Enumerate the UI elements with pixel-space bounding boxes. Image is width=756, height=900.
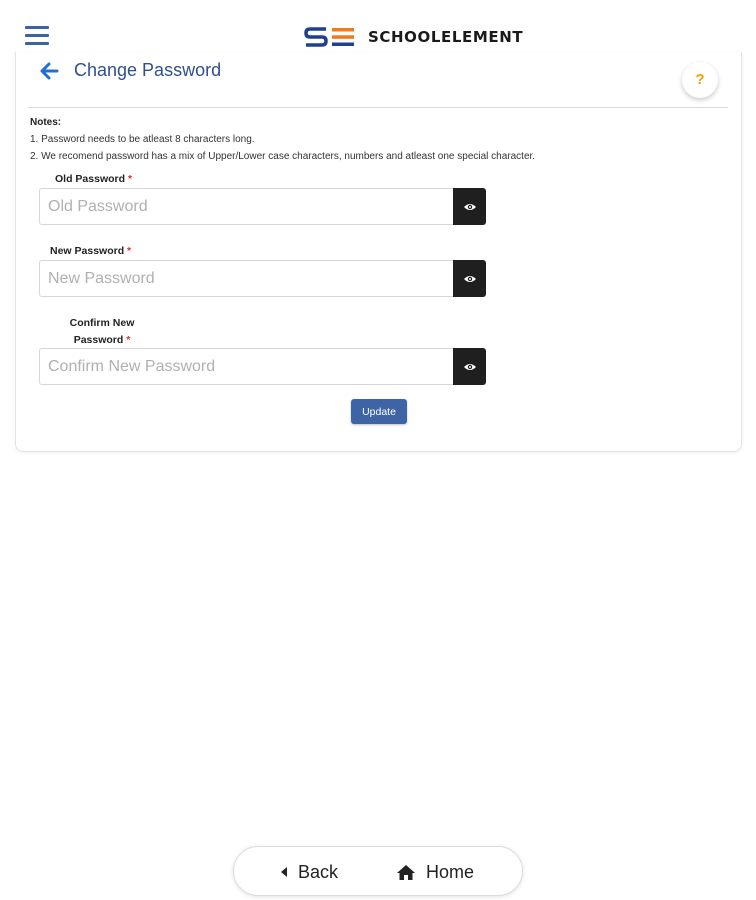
change-password-card: Change Password ? Notes: 1. Password nee… bbox=[15, 52, 742, 452]
notes-title: Notes: bbox=[30, 117, 62, 128]
confirm-password-label: Confirm New Password * bbox=[69, 317, 135, 346]
brand-name: SCHOOLELEMENT bbox=[368, 28, 524, 46]
required-mark: * bbox=[127, 173, 133, 185]
new-password-label: New Password * bbox=[50, 245, 132, 257]
page-title: Change Password bbox=[74, 60, 222, 80]
home-label: Home bbox=[426, 861, 475, 882]
required-mark: * bbox=[127, 245, 132, 257]
eye-icon bbox=[463, 203, 476, 210]
eye-icon bbox=[463, 363, 476, 370]
caret-left-icon bbox=[280, 866, 288, 878]
hamburger-menu-icon[interactable] bbox=[25, 26, 49, 46]
confirm-password-input[interactable] bbox=[39, 348, 453, 385]
show-old-password-button[interactable] bbox=[453, 188, 486, 225]
eye-icon bbox=[463, 275, 476, 282]
bottom-nav: Back Home bbox=[233, 846, 523, 896]
required-mark: * bbox=[126, 334, 131, 346]
note-item: 2. We recomend password has a mix of Upp… bbox=[30, 151, 536, 162]
update-button[interactable]: Update bbox=[351, 399, 407, 424]
confirm-password-group bbox=[39, 348, 486, 385]
old-password-input[interactable] bbox=[39, 188, 453, 225]
show-new-password-button[interactable] bbox=[453, 260, 486, 297]
back-label: Back bbox=[298, 861, 339, 882]
new-password-input[interactable] bbox=[39, 260, 453, 297]
divider bbox=[28, 107, 728, 108]
home-icon bbox=[396, 864, 416, 881]
arrow-left-icon[interactable] bbox=[40, 62, 60, 80]
home-button[interactable]: Home bbox=[396, 847, 474, 897]
question-icon: ? bbox=[695, 71, 705, 88]
new-password-group bbox=[39, 260, 486, 297]
note-item: 1. Password needs to be atleast 8 charac… bbox=[30, 134, 255, 145]
help-button[interactable]: ? bbox=[682, 62, 718, 98]
old-password-label: Old Password * bbox=[55, 173, 133, 185]
old-password-group bbox=[39, 188, 486, 225]
brand-logo: SCHOOLELEMENT bbox=[304, 26, 523, 48]
schoolelement-logo-icon bbox=[304, 27, 354, 47]
back-button[interactable]: Back bbox=[280, 847, 338, 897]
show-confirm-password-button[interactable] bbox=[453, 348, 486, 385]
